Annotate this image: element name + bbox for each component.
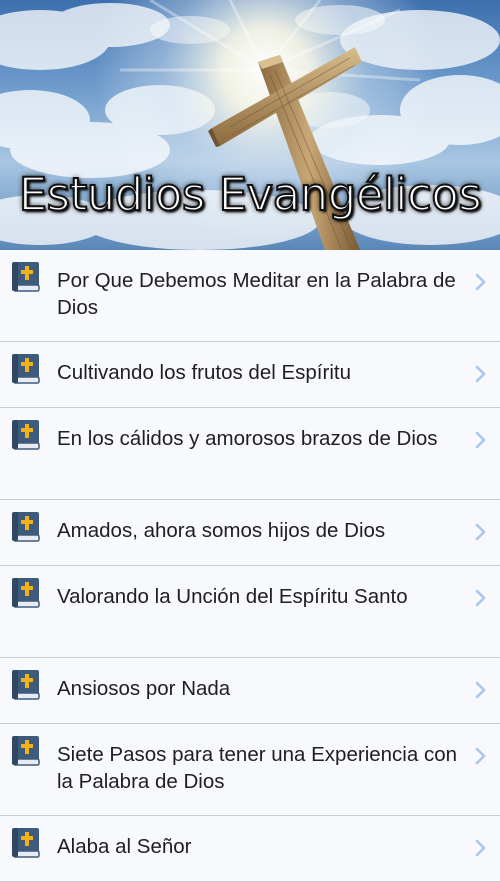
bible-book-icon xyxy=(12,828,40,858)
list-item[interactable]: Alaba al Señor xyxy=(0,816,500,882)
list-item-label: Siete Pasos para tener una Experiencia c… xyxy=(57,743,458,793)
list-item[interactable]: Ansiosos por Nada xyxy=(0,658,500,724)
list-item-label: Amados, ahora somos hijos de Dios xyxy=(57,519,386,542)
chevron-right-icon xyxy=(475,273,486,291)
bible-book-icon xyxy=(12,670,40,700)
list-item[interactable]: En los cálidos y amorosos brazos de Dios xyxy=(0,408,500,500)
list-item-label: Por Que Debemos Meditar en la Palabra de… xyxy=(57,269,456,319)
chevron-right-icon xyxy=(475,431,486,449)
chevron-right-icon xyxy=(475,589,486,607)
list-item-label: En los cálidos y amorosos brazos de Dios xyxy=(57,427,438,450)
list-item[interactable]: Cultivando los frutos del Espíritu xyxy=(0,342,500,408)
list-item-label: Ansiosos por Nada xyxy=(57,677,231,700)
chevron-right-icon xyxy=(475,365,486,383)
bible-book-icon xyxy=(12,262,40,292)
study-list: Por Que Debemos Meditar en la Palabra de… xyxy=(0,250,500,882)
chevron-right-icon xyxy=(475,681,486,699)
list-item[interactable]: Por Que Debemos Meditar en la Palabra de… xyxy=(0,250,500,342)
chevron-right-icon xyxy=(475,839,486,857)
list-item-label: Alaba al Señor xyxy=(57,835,192,858)
list-item-label: Valorando la Unción del Espíritu Santo xyxy=(57,585,408,608)
bible-book-icon xyxy=(12,512,40,542)
list-item[interactable]: Amados, ahora somos hijos de Dios xyxy=(0,500,500,566)
bible-book-icon xyxy=(12,420,40,450)
bible-book-icon xyxy=(12,578,40,608)
bible-book-icon xyxy=(12,354,40,384)
bible-book-icon xyxy=(12,736,40,766)
chevron-right-icon xyxy=(475,523,486,541)
app-title: Estudios Evangélicos xyxy=(18,167,483,222)
list-item[interactable]: Siete Pasos para tener una Experiencia c… xyxy=(0,724,500,816)
list-item[interactable]: Valorando la Unción del Espíritu Santo xyxy=(0,566,500,658)
list-item-label: Cultivando los frutos del Espíritu xyxy=(57,361,351,384)
header-banner: Estudios Evangélicos xyxy=(0,0,500,250)
chevron-right-icon xyxy=(475,747,486,765)
